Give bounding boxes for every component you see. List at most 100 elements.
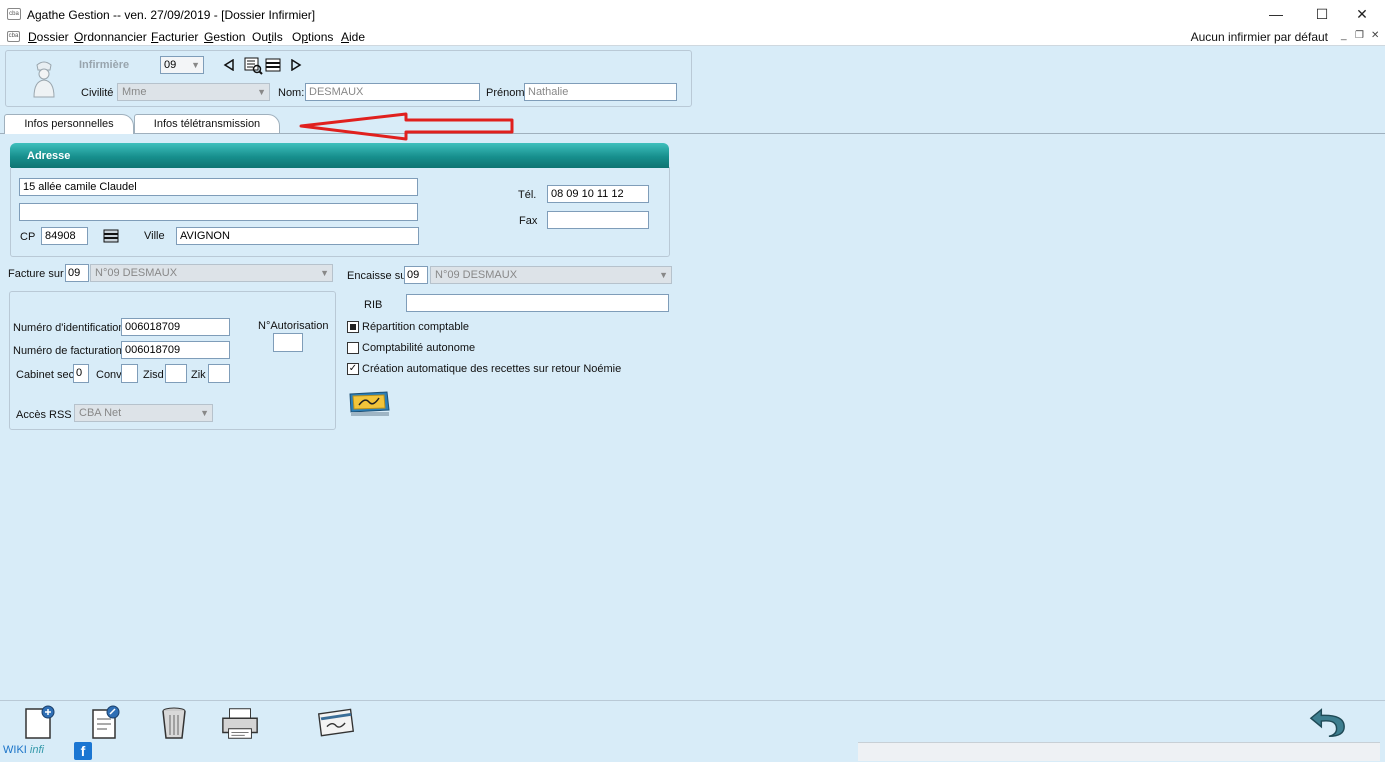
address-header: Adresse bbox=[10, 143, 669, 168]
ville-label: Ville bbox=[144, 230, 165, 242]
annotation-arrow-icon bbox=[298, 111, 516, 143]
window-title: Agathe Gestion -- ven. 27/09/2019 - [Dos… bbox=[27, 8, 316, 22]
new-document-button[interactable] bbox=[18, 704, 58, 742]
chevron-down-icon: ▼ bbox=[191, 60, 200, 70]
city-lookup-icon[interactable] bbox=[103, 228, 119, 244]
menu-dossier[interactable]: Dossier bbox=[28, 30, 69, 44]
search-record-button[interactable] bbox=[243, 55, 263, 75]
creation-option[interactable]: ✓ Création automatique des recettes sur … bbox=[347, 363, 621, 375]
nurse-number-select[interactable]: 09 ▼ bbox=[160, 56, 204, 74]
prenom-field[interactable]: Nathalie bbox=[524, 83, 677, 101]
repartition-option[interactable]: Répartition comptable bbox=[347, 321, 469, 333]
prenom-label: Prénom bbox=[486, 87, 525, 99]
zisd-label: Zisd bbox=[143, 369, 164, 381]
compta-label: Comptabilité autonome bbox=[362, 342, 476, 354]
facebook-icon[interactable]: f bbox=[74, 742, 92, 760]
chevron-down-icon: ▼ bbox=[320, 268, 329, 278]
repartition-checkbox[interactable] bbox=[347, 321, 359, 333]
identification-panel: Numéro d'identification 006018709 Numéro… bbox=[9, 291, 336, 430]
mdi-minimize-button[interactable]: _ bbox=[1341, 30, 1347, 41]
mdi-close-button[interactable]: ✕ bbox=[1371, 30, 1379, 41]
creation-checkbox[interactable]: ✓ bbox=[347, 363, 359, 375]
menu-options[interactable]: Options bbox=[292, 30, 333, 44]
rib-label: RIB bbox=[364, 299, 383, 311]
tab-infos-personnelles[interactable]: Infos personnelles bbox=[4, 114, 134, 134]
menu-aide[interactable]: Aide bbox=[341, 30, 365, 44]
autorisation-label: N°Autorisation bbox=[258, 320, 329, 332]
facture-sur-value: N°09 DESMAUX bbox=[95, 267, 178, 279]
menu-bar: cba Dossier Ordonnancier Facturier Gesti… bbox=[0, 28, 1385, 46]
numero-fact-label: Numéro de facturation bbox=[13, 345, 122, 357]
rib-field[interactable] bbox=[406, 294, 669, 312]
chevron-down-icon: ▼ bbox=[659, 270, 668, 280]
ville-field[interactable]: AVIGNON bbox=[176, 227, 419, 245]
encaisse-sur-number-field[interactable]: 09 bbox=[404, 266, 428, 284]
menu-ordonnancier[interactable]: Ordonnancier bbox=[74, 30, 147, 44]
facture-sur-select[interactable]: N°09 DESMAUX ▼ bbox=[90, 264, 333, 282]
encaisse-sur-label: Encaisse sur bbox=[347, 270, 410, 282]
menu-gestion[interactable]: Gestion bbox=[204, 30, 245, 44]
chevron-down-icon: ▼ bbox=[200, 408, 209, 418]
address-line1-field[interactable]: 15 allée camile Claudel bbox=[19, 178, 418, 196]
conv-field[interactable] bbox=[121, 364, 138, 383]
wiki-link[interactable]: WIKI infi bbox=[3, 744, 44, 756]
cp-label: CP bbox=[20, 231, 36, 243]
minimize-button[interactable]: — bbox=[1253, 0, 1299, 28]
menu-facturier[interactable]: Facturier bbox=[151, 30, 198, 44]
nom-field[interactable]: DESMAUX bbox=[305, 83, 480, 101]
nurse-header-panel: Infirmière 09 ▼ Civilité Mme ▼ Nom: DESM… bbox=[5, 50, 692, 107]
encaisse-sur-select[interactable]: N°09 DESMAUX ▼ bbox=[430, 266, 672, 284]
app-icon: cba bbox=[7, 8, 21, 20]
tel-label: Tél. bbox=[518, 189, 537, 201]
printer-icon[interactable] bbox=[220, 704, 260, 742]
facture-sur-number-field[interactable]: 09 bbox=[65, 264, 89, 282]
card-reader-icon[interactable] bbox=[347, 388, 391, 418]
previous-record-button[interactable] bbox=[221, 57, 237, 73]
address-line2-field[interactable] bbox=[19, 203, 418, 221]
civilite-value: Mme bbox=[122, 86, 147, 98]
cabinet-label: Cabinet sec. bbox=[16, 369, 78, 381]
vitale-card-icon[interactable] bbox=[316, 704, 356, 742]
repartition-label: Répartition comptable bbox=[362, 321, 470, 333]
compta-checkbox[interactable] bbox=[347, 342, 359, 354]
cp-field[interactable]: 84908 bbox=[41, 227, 88, 245]
tab-infos-teletransmission[interactable]: Infos télétransmission bbox=[134, 114, 280, 134]
creation-label: Création automatique des recettes sur re… bbox=[362, 363, 622, 375]
mdi-app-icon: cba bbox=[7, 31, 20, 42]
trash-icon[interactable] bbox=[154, 704, 194, 742]
nurse-icon bbox=[30, 59, 58, 99]
fax-field[interactable] bbox=[547, 211, 649, 229]
edit-document-button[interactable] bbox=[84, 704, 124, 742]
numero-ident-label: Numéro d'identification bbox=[13, 322, 125, 334]
acces-rss-select[interactable]: CBA Net ▼ bbox=[74, 404, 213, 422]
tel-field[interactable]: 08 09 10 11 12 bbox=[547, 185, 649, 203]
cabinet-field[interactable]: 0 bbox=[73, 364, 89, 383]
zik-label: Zik bbox=[191, 369, 206, 381]
nom-label: Nom: bbox=[278, 87, 305, 99]
numero-fact-field[interactable]: 006018709 bbox=[121, 341, 230, 359]
autorisation-field[interactable] bbox=[273, 333, 303, 352]
civilite-label: Civilité bbox=[81, 87, 114, 99]
zisd-field[interactable] bbox=[165, 364, 187, 383]
address-panel: 15 allée camile Claudel CP 84908 Ville A… bbox=[10, 167, 670, 257]
next-record-button[interactable] bbox=[288, 57, 304, 73]
zik-field[interactable] bbox=[208, 364, 230, 383]
menu-outils[interactable]: Outils bbox=[252, 30, 283, 44]
mdi-restore-button[interactable]: ❐ bbox=[1355, 30, 1364, 41]
title-bar: cba Agathe Gestion -- ven. 27/09/2019 - … bbox=[0, 0, 1385, 28]
wiki-label: WIKI bbox=[3, 744, 27, 756]
card-button[interactable] bbox=[265, 57, 281, 73]
chevron-down-icon: ▼ bbox=[257, 87, 266, 97]
encaisse-sur-value: N°09 DESMAUX bbox=[435, 269, 518, 281]
default-nurse-menu[interactable]: Aucun infirmier par défaut bbox=[1191, 30, 1328, 44]
close-button[interactable]: ✕ bbox=[1339, 0, 1385, 28]
back-arrow-icon[interactable] bbox=[1308, 704, 1348, 742]
conv-label: Conv bbox=[96, 369, 122, 381]
civilite-select[interactable]: Mme ▼ bbox=[117, 83, 270, 101]
compta-option[interactable]: Comptabilité autonome bbox=[347, 342, 475, 354]
nurse-title: Infirmière bbox=[79, 59, 130, 71]
wiki-suffix: infi bbox=[29, 744, 44, 756]
numero-ident-field[interactable]: 006018709 bbox=[121, 318, 230, 336]
acces-rss-label: Accès RSS bbox=[16, 409, 72, 421]
toolbar-separator bbox=[0, 700, 1385, 701]
